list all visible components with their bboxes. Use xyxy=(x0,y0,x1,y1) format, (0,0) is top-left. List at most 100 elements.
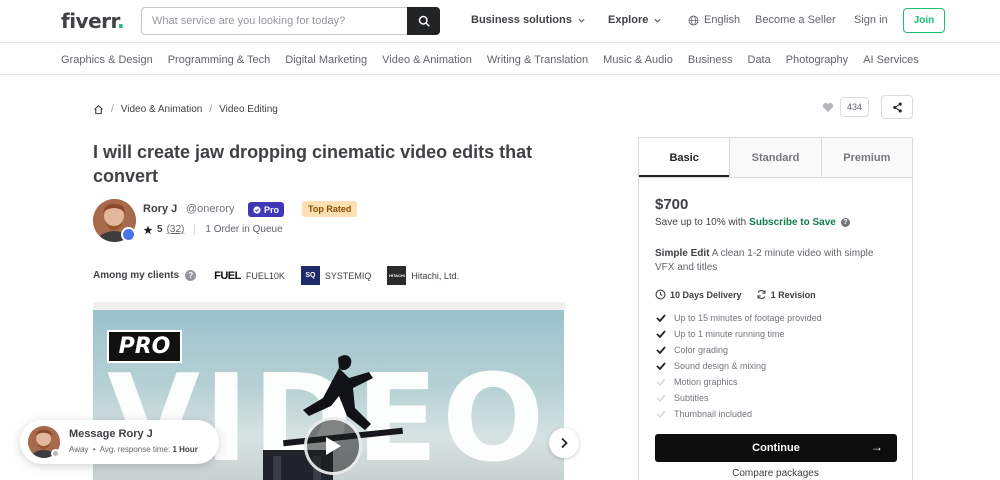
package-tabs: Basic Standard Premium xyxy=(639,138,912,178)
category-digital-marketing[interactable]: Digital Marketing xyxy=(285,54,367,66)
seller-rating: 5 (32) 1 Order in Queue xyxy=(143,224,283,235)
fiverr-logo[interactable]: fiverr. xyxy=(61,9,125,33)
breadcrumb-video-animation[interactable]: Video & Animation xyxy=(121,104,203,115)
package-description: Simple Edit A clean 1-2 minute video wit… xyxy=(655,247,895,275)
packages-panel: Basic Standard Premium $700 Save up to 1… xyxy=(638,137,913,480)
share-button[interactable] xyxy=(881,95,913,119)
breadcrumb-separator: / xyxy=(209,104,213,115)
subscribe-link[interactable]: Subscribe to Save xyxy=(749,217,836,228)
client-name: FUEL10K xyxy=(245,270,285,281)
breadcrumb: / Video & Animation / Video Editing xyxy=(93,104,278,115)
category-photography[interactable]: Photography xyxy=(786,54,848,66)
check-icon-disabled xyxy=(655,378,666,386)
play-icon xyxy=(326,437,341,455)
category-ai-services[interactable]: AI Services xyxy=(863,54,919,66)
feature-text: Thumbnail included xyxy=(674,409,753,419)
rating-divider xyxy=(194,224,196,235)
category-programming-tech[interactable]: Programming & Tech xyxy=(168,54,271,66)
become-seller-link[interactable]: Become a Seller xyxy=(755,14,836,26)
play-button[interactable] xyxy=(304,417,362,475)
revisions-info: 1 Revision xyxy=(756,289,816,300)
search-icon xyxy=(418,15,430,27)
explore-menu[interactable]: Explore xyxy=(608,14,662,26)
check-icon-disabled xyxy=(655,394,666,402)
help-icon[interactable]: ? xyxy=(185,270,197,281)
category-data[interactable]: Data xyxy=(748,54,771,66)
heart-icon[interactable] xyxy=(822,102,834,113)
orders-in-queue: 1 Order in Queue xyxy=(205,224,283,235)
seller-name[interactable]: Rory J xyxy=(143,203,177,215)
chevron-down-icon xyxy=(578,18,585,23)
feature-item: Up to 1 minute running time xyxy=(655,326,822,342)
feature-item: Color grading xyxy=(655,342,822,358)
message-title: Message Rory J xyxy=(69,428,153,440)
save-text: Save up to 10% with xyxy=(655,217,747,228)
seller-handle: @onerory xyxy=(186,203,235,215)
top-header: fiverr. Business solutions Explore Engli… xyxy=(0,0,1000,42)
clients-label: Among my clients xyxy=(93,270,180,281)
client-hitachi[interactable]: HITACHI Hitachi, Ltd. xyxy=(387,266,459,285)
feature-text: Up to 1 minute running time xyxy=(674,329,785,339)
category-nav: Graphics & Design Programming & Tech Dig… xyxy=(61,54,919,66)
feature-list: Up to 15 minutes of footage provided Up … xyxy=(655,310,822,422)
gallery-frame xyxy=(93,302,565,310)
language-label: English xyxy=(704,14,741,26)
language-selector[interactable]: English xyxy=(688,14,740,26)
check-icon xyxy=(655,330,666,338)
star-icon xyxy=(143,225,153,234)
gig-title: I will create jaw dropping cinematic vid… xyxy=(93,142,533,186)
info-icon[interactable]: ? xyxy=(840,218,850,227)
revisions-count: 1 Revision xyxy=(770,289,816,300)
feature-item-excluded: Motion graphics xyxy=(655,374,822,390)
home-icon[interactable] xyxy=(93,104,104,115)
message-status: Away • Avg. response time: 1 Hour xyxy=(69,445,198,454)
feature-item: Sound design & mixing xyxy=(655,358,822,374)
search-input[interactable] xyxy=(142,8,407,34)
tab-premium[interactable]: Premium xyxy=(820,138,912,177)
pro-check-icon xyxy=(253,205,261,214)
continue-button[interactable]: Continue → xyxy=(655,434,897,462)
response-time-label: Avg. response time: xyxy=(99,445,171,454)
fuel10k-logo: FUEL xyxy=(214,269,241,282)
pro-label: Pro xyxy=(264,204,280,215)
away-status: Away xyxy=(69,445,89,454)
feature-text: Sound design & mixing xyxy=(674,361,767,371)
systemiq-logo: SQ xyxy=(300,266,320,285)
delivery-info: 10 Days Delivery xyxy=(655,289,742,300)
search-button[interactable] xyxy=(407,7,440,35)
client-fuel10k[interactable]: FUEL FUEL10K xyxy=(214,270,285,282)
feature-item-excluded: Subtitles xyxy=(655,390,822,406)
tab-basic[interactable]: Basic xyxy=(639,138,730,177)
response-time-value: 1 Hour xyxy=(172,445,198,454)
reviews-count[interactable]: (32) xyxy=(167,224,185,235)
feature-text: Up to 15 minutes of footage provided xyxy=(674,313,822,323)
compare-packages-link[interactable]: Compare packages xyxy=(639,468,912,479)
sign-in-link[interactable]: Sign in xyxy=(854,14,888,26)
category-writing-translation[interactable]: Writing & Translation xyxy=(487,54,588,66)
client-systemiq[interactable]: SQ SYSTEMIQ xyxy=(300,266,371,285)
search-bar xyxy=(141,7,440,35)
arrow-right-icon: → xyxy=(871,440,883,454)
hitachi-logo: HITACHI xyxy=(387,266,407,285)
tab-standard[interactable]: Standard xyxy=(729,138,821,177)
category-graphics-design[interactable]: Graphics & Design xyxy=(61,54,153,66)
verified-badge-icon xyxy=(121,227,136,242)
package-meta: 10 Days Delivery 1 Revision xyxy=(655,289,816,300)
breadcrumb-video-editing[interactable]: Video Editing xyxy=(219,104,278,115)
refresh-icon xyxy=(757,290,766,299)
breadcrumb-separator: / xyxy=(111,104,114,115)
category-video-animation[interactable]: Video & Animation xyxy=(382,54,472,66)
join-button[interactable]: Join xyxy=(903,8,945,33)
client-name: Hitachi, Ltd. xyxy=(411,270,459,281)
pro-badge: Pro xyxy=(248,202,285,217)
business-solutions-menu[interactable]: Business solutions xyxy=(471,14,586,26)
clients-row: Among my clients ? FUEL FUEL10K SQ SYSTE… xyxy=(93,266,459,285)
save-info: Save up to 10% with Subscribe to Save ? xyxy=(655,217,850,228)
gallery-next-button[interactable] xyxy=(549,428,579,458)
message-seller-widget[interactable]: Message Rory J Away • Avg. response time… xyxy=(20,420,219,464)
category-business[interactable]: Business xyxy=(688,54,733,66)
feature-item: Up to 15 minutes of footage provided xyxy=(655,310,822,326)
favorite-control[interactable]: 434 xyxy=(822,97,870,117)
delivery-time: 10 Days Delivery xyxy=(670,289,742,300)
category-music-audio[interactable]: Music & Audio xyxy=(603,54,673,66)
